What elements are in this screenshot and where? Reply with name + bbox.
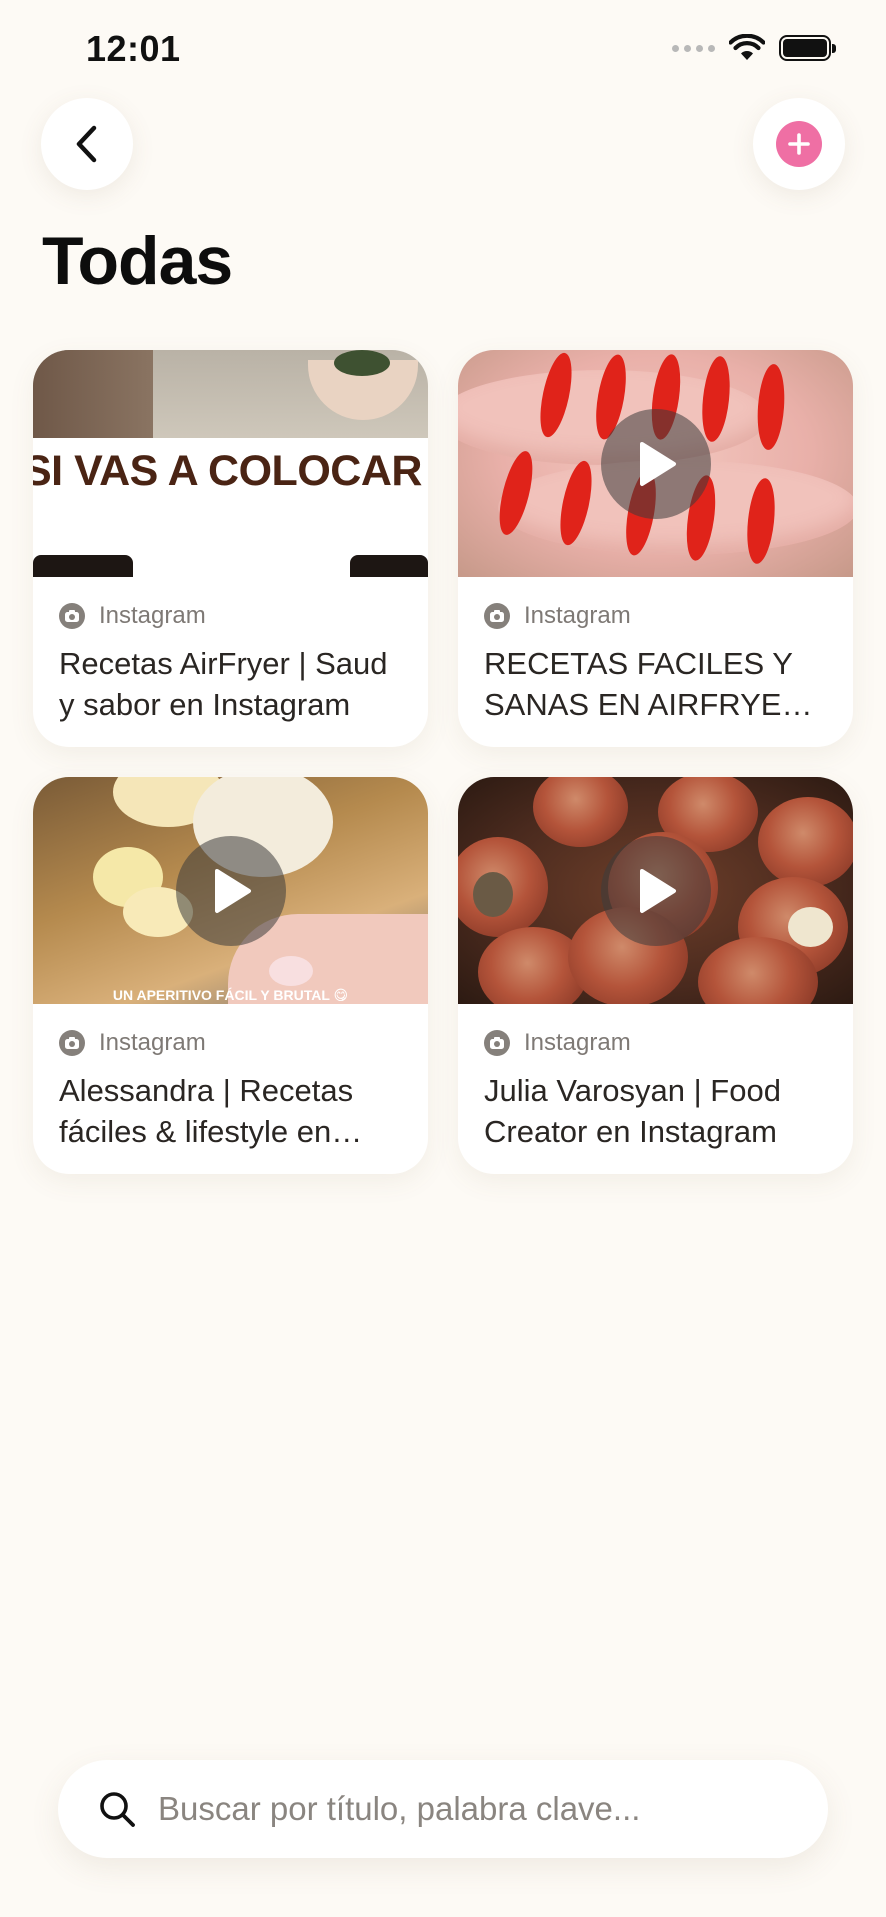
play-button[interactable]: [600, 408, 711, 519]
card-title: Recetas AirFryer | Saud y sabor en Insta…: [59, 646, 388, 722]
plus-icon: [776, 121, 822, 167]
play-icon: [214, 868, 251, 913]
search-icon: [100, 1792, 135, 1827]
card-source: Instagram: [524, 1029, 631, 1056]
thumbnail-overlay-text: SI VAS A COLOCAR EN LA AIR FRYER POLLO P…: [33, 447, 428, 495]
search-bar[interactable]: [58, 1760, 828, 1858]
page-title: Todas: [42, 223, 233, 299]
card-title: Julia Varosyan | Food Creator en Instagr…: [484, 1073, 781, 1149]
recipe-thumbnail: UN APERITIVO FÁCIL Y BRUTAL 😋: [33, 777, 428, 1004]
recipe-thumbnail: [458, 350, 853, 577]
card-source: Instagram: [99, 602, 206, 629]
camera-icon: [59, 1030, 85, 1056]
card-title: RECETAS FACILES Y SANAS EN AIRFRYER en I…: [484, 646, 804, 722]
wifi-icon: [729, 34, 765, 60]
card-title: Alessandra | Recetas fáciles & lifestyle…: [59, 1073, 354, 1149]
recipe-card[interactable]: Instagram RECETAS FACILES Y SANAS EN AIR…: [458, 350, 853, 747]
cellular-signal-icon: [672, 44, 715, 52]
recipe-thumbnail: SI VAS A COLOCAR EN LA AIR FRYER POLLO P…: [33, 350, 428, 577]
battery-icon: [779, 35, 836, 61]
recipe-card[interactable]: SI VAS A COLOCAR EN LA AIR FRYER POLLO P…: [33, 350, 428, 747]
add-button[interactable]: [753, 98, 845, 190]
play-button[interactable]: [600, 835, 711, 946]
status-icons: [672, 34, 836, 62]
card-source: Instagram: [99, 1029, 206, 1056]
recipe-card[interactable]: UN APERITIVO FÁCIL Y BRUTAL 😋 Instagram …: [33, 777, 428, 1174]
camera-icon: [484, 1030, 510, 1056]
status-time: 12:01: [86, 28, 181, 69]
play-button[interactable]: [175, 835, 286, 946]
card-source: Instagram: [524, 602, 631, 629]
camera-icon: [484, 603, 510, 629]
recipe-grid: SI VAS A COLOCAR EN LA AIR FRYER POLLO P…: [33, 350, 853, 1174]
play-icon: [639, 441, 676, 486]
back-button[interactable]: [41, 98, 133, 190]
chevron-left-icon: [76, 125, 97, 163]
recipe-thumbnail: [458, 777, 853, 1004]
search-input[interactable]: [158, 1779, 828, 1839]
thumbnail-overlay-text: UN APERITIVO FÁCIL Y BRUTAL 😋: [112, 987, 349, 1003]
app-screen: 12:01 Todas SI VAS A COLOCAR Instagram R…: [0, 0, 886, 1917]
play-icon: [639, 868, 676, 913]
camera-icon: [59, 603, 85, 629]
recipe-card[interactable]: Instagram Julia Varosyan | Food Creator …: [458, 777, 853, 1174]
